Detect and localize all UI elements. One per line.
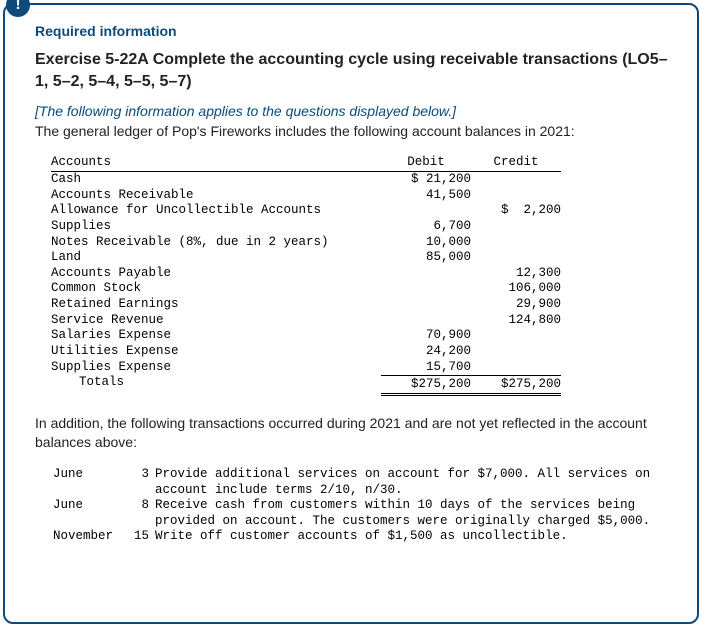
transaction-row: June 3 Provide additional services on ac…	[53, 467, 663, 483]
txn-month: June	[53, 467, 131, 483]
account-name: Land	[51, 250, 381, 266]
credit-value	[471, 250, 561, 266]
account-name: Supplies Expense	[51, 360, 381, 376]
txn-desc: provided on account. The customers were …	[155, 514, 663, 530]
transaction-row: provided on account. The customers were …	[53, 514, 663, 530]
txn-month	[53, 514, 131, 530]
ledger-row: Utilities Expense 24,200	[51, 344, 667, 360]
debit-value: $ 21,200	[381, 172, 471, 188]
credit-value: 29,900	[471, 297, 561, 313]
account-name: Common Stock	[51, 281, 381, 297]
txn-day	[131, 514, 155, 530]
totals-credit: $275,200	[471, 375, 561, 396]
required-information-label: Required information	[35, 23, 671, 39]
txn-month	[53, 483, 131, 499]
credit-value	[471, 188, 561, 204]
ledger-row: Service Revenue 124,800	[51, 313, 667, 329]
debit-value	[381, 313, 471, 329]
credit-value: 124,800	[471, 313, 561, 329]
header-debit: Debit	[381, 155, 471, 172]
ledger-row: Cash $ 21,200	[51, 172, 667, 188]
txn-month: November	[53, 529, 131, 545]
exercise-title: Exercise 5-22A Complete the accounting c…	[35, 49, 671, 92]
transactions-list: June 3 Provide additional services on ac…	[53, 467, 663, 545]
additional-transactions-intro: In addition, the following transactions …	[35, 414, 671, 453]
txn-month: June	[53, 498, 131, 514]
credit-value	[471, 235, 561, 251]
header-credit: Credit	[471, 155, 561, 172]
account-name: Cash	[51, 172, 381, 188]
credit-value	[471, 172, 561, 188]
credit-value: $ 2,200	[471, 203, 561, 219]
txn-desc: Write off customer accounts of $1,500 as…	[155, 529, 663, 545]
ledger-table: Accounts Debit Credit Cash $ 21,200 Acco…	[51, 155, 667, 395]
account-name: Utilities Expense	[51, 344, 381, 360]
ledger-row: Accounts Receivable 41,500	[51, 188, 667, 204]
txn-day: 3	[131, 467, 155, 483]
credit-value: 106,000	[471, 281, 561, 297]
debit-value	[381, 281, 471, 297]
totals-label: Totals	[51, 375, 381, 396]
txn-day: 8	[131, 498, 155, 514]
ledger-row: Common Stock 106,000	[51, 281, 667, 297]
debit-value: 70,900	[381, 328, 471, 344]
credit-value	[471, 219, 561, 235]
account-name: Accounts Payable	[51, 266, 381, 282]
credit-value: 12,300	[471, 266, 561, 282]
account-name: Retained Earnings	[51, 297, 381, 313]
txn-desc: account include terms 2/10, n/30.	[155, 483, 663, 499]
txn-day: 15	[131, 529, 155, 545]
txn-desc: Provide additional services on account f…	[155, 467, 663, 483]
debit-value: 41,500	[381, 188, 471, 204]
debit-value	[381, 266, 471, 282]
debit-value: 10,000	[381, 235, 471, 251]
totals-debit: $275,200	[381, 375, 471, 396]
applies-note: [The following information applies to th…	[35, 103, 456, 119]
ledger-row: Supplies 6,700	[51, 219, 667, 235]
header-accounts: Accounts	[51, 155, 381, 172]
debit-value	[381, 203, 471, 219]
txn-desc: Receive cash from customers within 10 da…	[155, 498, 663, 514]
transaction-row: June 8 Receive cash from customers withi…	[53, 498, 663, 514]
ledger-row: Supplies Expense 15,700	[51, 360, 667, 376]
debit-value: 24,200	[381, 344, 471, 360]
ledger-row: Notes Receivable (8%, due in 2 years) 10…	[51, 235, 667, 251]
ledger-row: Accounts Payable 12,300	[51, 266, 667, 282]
account-name: Supplies	[51, 219, 381, 235]
debit-value	[381, 297, 471, 313]
credit-value	[471, 360, 561, 376]
ledger-row: Salaries Expense 70,900	[51, 328, 667, 344]
debit-value: 6,700	[381, 219, 471, 235]
account-name: Salaries Expense	[51, 328, 381, 344]
account-name: Service Revenue	[51, 313, 381, 329]
transaction-row: account include terms 2/10, n/30.	[53, 483, 663, 499]
account-name: Accounts Receivable	[51, 188, 381, 204]
intro-text: The general ledger of Pop's Fireworks in…	[35, 123, 575, 139]
transaction-row: November 15 Write off customer accounts …	[53, 529, 663, 545]
txn-day	[131, 483, 155, 499]
exercise-card: Required information Exercise 5-22A Comp…	[3, 3, 699, 624]
credit-value	[471, 344, 561, 360]
ledger-row: Allowance for Uncollectible Accounts $ 2…	[51, 203, 667, 219]
credit-value	[471, 328, 561, 344]
ledger-totals-row: Totals $275,200 $275,200	[51, 375, 667, 396]
account-name: Notes Receivable (8%, due in 2 years)	[51, 235, 381, 251]
account-name: Allowance for Uncollectible Accounts	[51, 203, 381, 219]
ledger-row: Land 85,000	[51, 250, 667, 266]
ledger-header-row: Accounts Debit Credit	[51, 155, 667, 172]
intro-block: [The following information applies to th…	[35, 102, 671, 141]
ledger-row: Retained Earnings 29,900	[51, 297, 667, 313]
debit-value: 15,700	[381, 360, 471, 376]
debit-value: 85,000	[381, 250, 471, 266]
